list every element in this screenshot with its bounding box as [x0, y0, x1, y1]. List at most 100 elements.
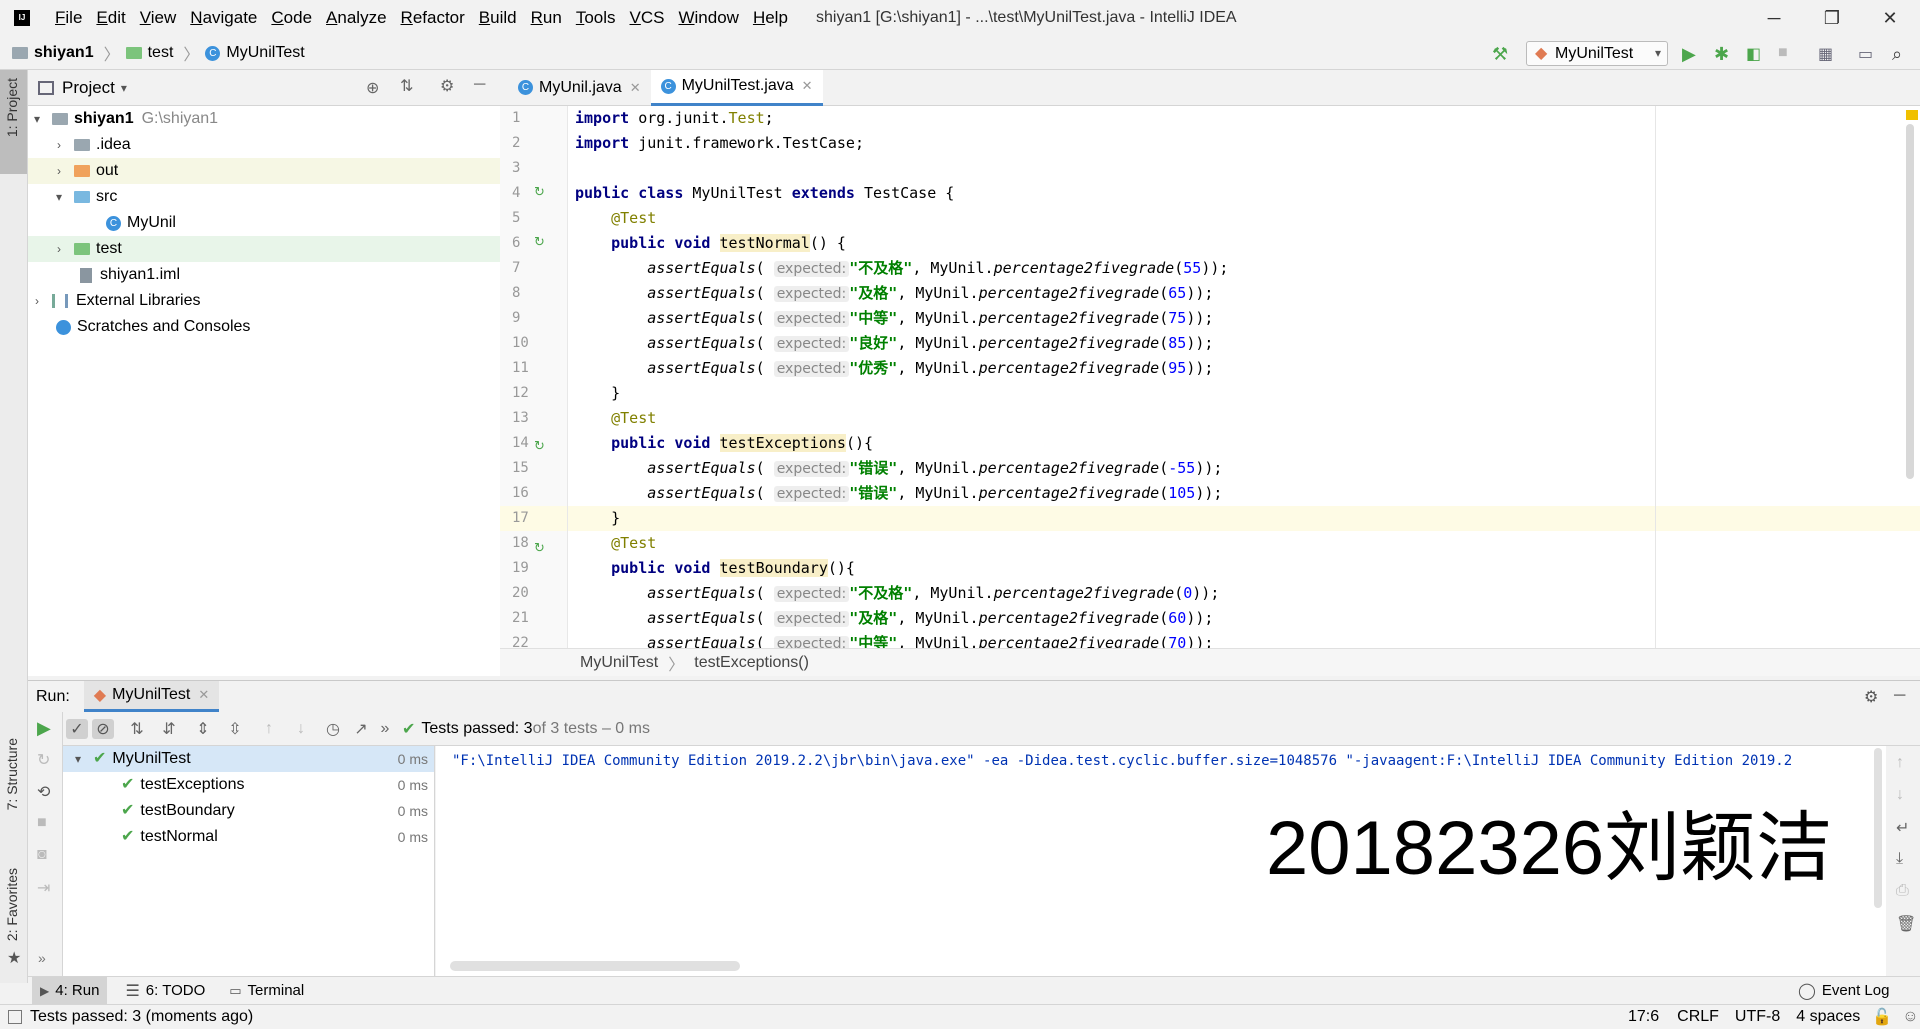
tree-item-idea[interactable]: › .idea — [28, 132, 500, 158]
sort-by-duration-icon[interactable]: ⇵ — [158, 719, 180, 739]
inspection-face-icon[interactable]: ☺ — [1902, 1008, 1918, 1026]
menu-build[interactable]: Build — [472, 0, 524, 36]
toggle-tool-windows-icon[interactable] — [8, 1010, 22, 1024]
hide-panel-icon[interactable]: ─ — [1894, 687, 1905, 705]
debug-bug-icon[interactable]: ✱ — [1714, 44, 1734, 64]
editor-breadcrumb-class[interactable]: MyUnilTest — [580, 654, 658, 672]
status-message[interactable]: Tests passed: 3 (moments ago) — [30, 1008, 253, 1026]
sort-alphabetically-icon[interactable]: ⇅ — [126, 719, 148, 739]
tab-myunil-java[interactable]: C MyUnil.java ✕ — [508, 70, 651, 106]
menu-view[interactable]: View — [133, 0, 184, 36]
file-encoding[interactable]: UTF-8 — [1735, 1008, 1780, 1026]
run-test-gutter-icon[interactable]: ↻ — [534, 184, 545, 200]
arrow-down-icon[interactable]: ↓ — [1896, 786, 1904, 804]
test-row[interactable]: ✔ testExceptions 0 ms — [63, 772, 434, 798]
breadcrumb-file[interactable]: MyUnilTest — [226, 44, 304, 62]
menu-edit[interactable]: Edit — [89, 0, 132, 36]
caret-position[interactable]: 17:6 — [1628, 1008, 1659, 1026]
test-row[interactable]: ✔ testBoundary 0 ms — [63, 798, 434, 824]
stop-icon[interactable]: ■ — [37, 814, 47, 832]
menu-tools[interactable]: Tools — [569, 0, 623, 36]
tree-item-src[interactable]: ▾ src — [28, 184, 500, 210]
tab-myuniltest-java[interactable]: C MyUnilTest.java ✕ — [650, 69, 823, 106]
show-passed-icon[interactable]: ✓ — [66, 719, 88, 739]
hide-panel-icon[interactable]: ─ — [474, 76, 485, 94]
show-ignored-icon[interactable]: ⊘ — [92, 719, 114, 739]
menu-code[interactable]: Code — [264, 0, 319, 36]
tree-item-shiyan1[interactable]: ▾ shiyan1 G:\shiyan1 — [28, 106, 500, 132]
editor-breadcrumb-method[interactable]: testExceptions() — [694, 654, 809, 672]
tree-item-out[interactable]: › out — [28, 158, 500, 184]
tool-tab-event-log[interactable]: ◯ Event Log — [1798, 977, 1889, 1004]
indent-setting[interactable]: 4 spaces — [1796, 1008, 1860, 1026]
locate-target-icon[interactable]: ⊕ — [366, 78, 379, 98]
close-tab-icon[interactable]: ✕ — [198, 687, 209, 703]
test-suite-row[interactable]: ▾ ✔ MyUnilTest 0 ms — [63, 746, 434, 772]
build-hammer-icon[interactable]: ⚒ — [1492, 44, 1512, 64]
menu-navigate[interactable]: Navigate — [183, 0, 264, 36]
previous-failed-icon[interactable]: ↑ — [258, 720, 280, 738]
collapse-all-icon[interactable]: ⇅ — [400, 76, 413, 96]
toggle-auto-test-icon[interactable]: ⟲ — [37, 782, 50, 802]
menu-refactor[interactable]: Refactor — [394, 0, 472, 36]
test-history-icon[interactable]: ◷ — [322, 719, 344, 739]
tool-tab-terminal[interactable]: ▭ Terminal — [221, 977, 312, 1004]
close-tab-icon[interactable]: ✕ — [630, 80, 641, 96]
close-tab-icon[interactable]: ✕ — [802, 78, 813, 94]
test-row[interactable]: ✔ testNormal 0 ms — [63, 824, 434, 850]
editor-scrollbar[interactable] — [1906, 124, 1914, 479]
lock-icon[interactable]: 🔓 — [1872, 1007, 1892, 1027]
print-icon[interactable]: ⎙ — [1896, 882, 1909, 900]
scroll-to-end-icon[interactable]: ⤓ — [1896, 850, 1903, 868]
menu-analyze[interactable]: Analyze — [319, 0, 393, 36]
export-results-icon[interactable]: ↗ — [350, 719, 372, 739]
gear-icon[interactable]: ⚙ — [440, 76, 454, 96]
close-window-icon[interactable]: ✕ — [1866, 0, 1914, 36]
menu-vcs[interactable]: VCS — [623, 0, 672, 36]
next-failed-icon[interactable]: ↓ — [290, 720, 312, 738]
soft-wrap-icon[interactable]: ↵ — [1896, 818, 1909, 838]
run-tab-myuniltest[interactable]: ◆ MyUnilTest ✕ — [83, 681, 220, 712]
run-test-gutter-icon[interactable]: ↻ — [534, 438, 545, 454]
project-structure-icon[interactable]: ▦ — [1818, 44, 1838, 64]
arrow-up-icon[interactable]: ↑ — [1896, 754, 1904, 772]
minimize-icon[interactable]: ─ — [1750, 0, 1798, 36]
tool-tab-run[interactable]: ▶ 4: Run — [32, 977, 108, 1004]
project-tool-button[interactable]: 1: Project — [0, 70, 27, 174]
rerun-icon[interactable]: ▶ — [37, 718, 51, 739]
console-hscrollbar[interactable] — [450, 961, 740, 971]
expand-all-icon[interactable]: ⇕ — [192, 719, 214, 739]
menu-run[interactable]: Run — [524, 0, 569, 36]
run-icon[interactable]: ▶ — [1682, 44, 1702, 64]
more-actions-icon[interactable]: » — [374, 720, 396, 738]
run-with-coverage-icon[interactable]: ◧ — [1746, 44, 1766, 64]
tree-item-scratches[interactable]: Scratches and Consoles — [28, 314, 500, 340]
tree-item-external-libraries[interactable]: › External Libraries — [28, 288, 500, 314]
menu-file[interactable]: File — [48, 0, 89, 36]
tree-item-myunil[interactable]: C MyUnil — [28, 210, 500, 236]
tree-item-test[interactable]: › test — [28, 236, 500, 262]
tool-tab-todo[interactable]: ☰ 6: TODO — [117, 977, 213, 1004]
exit-icon[interactable]: ⇥ — [37, 878, 50, 898]
more-actions-icon[interactable]: » — [38, 950, 46, 966]
gear-icon[interactable]: ⚙ — [1864, 687, 1878, 707]
restore-icon[interactable]: ❐ — [1808, 0, 1856, 36]
camera-icon[interactable]: ◙ — [37, 846, 47, 864]
project-panel-title[interactable]: Project — [62, 78, 115, 98]
code-editor[interactable]: import org.junit.Test; import junit.fram… — [568, 106, 1920, 648]
toggle-presentation-icon[interactable]: ▭ — [1858, 44, 1878, 64]
line-separator[interactable]: CRLF — [1677, 1008, 1719, 1026]
trash-icon[interactable]: 🗑 — [1896, 914, 1916, 934]
rerun-failed-icon[interactable]: ↻ — [37, 750, 50, 770]
search-icon[interactable]: ⌕ — [1892, 44, 1912, 64]
console-output[interactable]: "F:\IntelliJ IDEA Community Edition 2019… — [436, 746, 1886, 976]
breadcrumb-project[interactable]: shiyan1 — [34, 44, 94, 62]
breadcrumb-folder[interactable]: test — [148, 44, 174, 62]
favorites-tool-button[interactable]: 2: Favorites — [4, 868, 20, 941]
tree-item-iml[interactable]: shiyan1.iml — [28, 262, 500, 288]
chevron-down-icon[interactable]: ▾ — [121, 81, 127, 95]
console-vscrollbar[interactable] — [1874, 748, 1882, 908]
run-test-gutter-icon[interactable]: ↻ — [534, 540, 545, 556]
menu-help[interactable]: Help — [746, 0, 795, 36]
run-test-gutter-icon[interactable]: ↻ — [534, 234, 545, 250]
